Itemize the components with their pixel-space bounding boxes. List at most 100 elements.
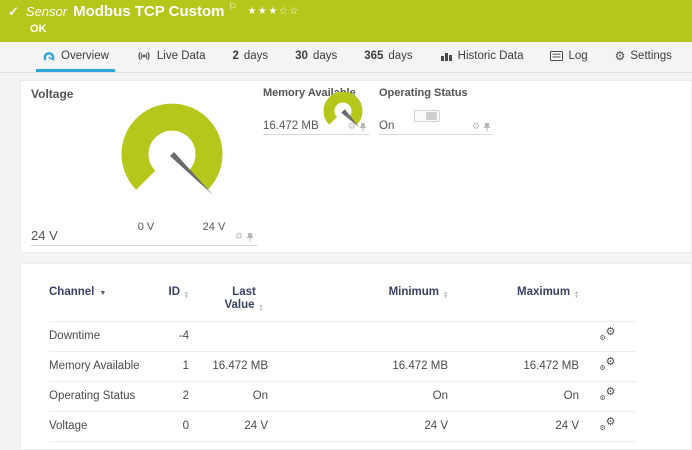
- channel-id: 2: [159, 382, 189, 412]
- column-header-channel[interactable]: Channel ▼: [49, 286, 159, 322]
- sort-desc-icon: ▼: [99, 290, 106, 297]
- sensor-header: ✓ Sensor Modbus TCP Custom ⚐ ★★★☆☆ OK: [0, 0, 692, 42]
- gauge-icon: [42, 50, 56, 62]
- tab-30-days[interactable]: 30 days: [289, 42, 343, 72]
- tab-label: days: [388, 50, 412, 62]
- tab-label-num: 30: [295, 50, 308, 62]
- gauge-value: On: [379, 120, 394, 132]
- channel-last-value: On: [189, 382, 268, 412]
- tab-label-num: 2: [232, 50, 238, 62]
- tab-label: Historic Data: [458, 50, 524, 62]
- page-title: Modbus TCP Custom: [73, 3, 224, 20]
- channel-last-value: 16.472 MB: [189, 352, 268, 382]
- channel-settings-icon[interactable]: ⚙⚙: [600, 418, 616, 431]
- tab-label: days: [313, 50, 337, 62]
- gauge-title: Operating Status: [379, 87, 493, 99]
- channel-id: -4: [159, 322, 189, 352]
- memory-gauge-tile[interactable]: Memory Available 16.472 MB ⚙: [263, 87, 369, 137]
- pin-icon[interactable]: [483, 122, 491, 132]
- channel-settings-icon[interactable]: ⚙⚙: [600, 358, 616, 371]
- channels-panel: Channel▼ ID▲▼ Last Value▲▼ Minimum▲▼ Max…: [20, 263, 692, 450]
- star-rating[interactable]: ★★★☆☆: [247, 6, 299, 17]
- channel-last-value: [189, 322, 268, 352]
- sensor-type-label: Sensor: [26, 4, 67, 19]
- gauge-title: Voltage: [31, 87, 258, 101]
- tab-2-days[interactable]: 2 days: [226, 42, 274, 72]
- gauge-value: 24 V: [31, 228, 58, 243]
- column-header-minimum[interactable]: Minimum ▲▼: [268, 286, 448, 322]
- channel-minimum: On: [268, 382, 448, 412]
- tab-365-days[interactable]: 365 days: [358, 42, 418, 72]
- gear-icon[interactable]: ⚙: [348, 123, 356, 132]
- channel-maximum: [448, 322, 579, 352]
- voltage-gauge-tile[interactable]: Voltage 0 V 24 V 24 V ⚙: [31, 87, 258, 249]
- channel-settings-icon[interactable]: ⚙⚙: [600, 328, 616, 341]
- tile-divider: [263, 134, 369, 135]
- toggle-knob: [426, 112, 437, 120]
- channel-minimum: [268, 322, 448, 352]
- channel-maximum: 16.472 MB: [448, 352, 579, 382]
- tab-label: Settings: [630, 50, 672, 62]
- tab-overview[interactable]: Overview: [36, 42, 115, 72]
- column-header-last-value[interactable]: Last Value ▲▼: [189, 286, 268, 322]
- column-header-id[interactable]: ID▲▼: [159, 286, 189, 322]
- channel-maximum: On: [448, 382, 579, 412]
- status-check-icon: ✓: [8, 4, 19, 20]
- log-list-icon: [550, 51, 563, 61]
- channel-id: 0: [159, 412, 189, 442]
- tab-settings[interactable]: ⚙ Settings: [609, 42, 678, 72]
- tile-divider: [379, 134, 493, 135]
- channel-name: Operating Status: [49, 382, 159, 412]
- gear-icon: ⚙: [615, 50, 626, 62]
- channel-minimum: 24 V: [268, 412, 448, 442]
- table-row-memory-available[interactable]: Memory Available 1 16.472 MB 16.472 MB 1…: [49, 352, 636, 382]
- status-toggle: [414, 110, 440, 122]
- column-label: Maximum: [517, 286, 570, 298]
- column-header-actions: [579, 286, 636, 322]
- channel-id: 1: [159, 352, 189, 382]
- channel-maximum: 24 V: [448, 412, 579, 442]
- tab-historic-data[interactable]: Historic Data: [434, 42, 530, 72]
- gauge-scale-max: 24 V: [196, 221, 232, 233]
- column-label: Channel: [49, 286, 94, 298]
- voltage-gauge: [119, 103, 225, 203]
- gear-icon[interactable]: ⚙: [472, 123, 480, 132]
- bar-chart-icon: [440, 51, 453, 61]
- channel-name: Memory Available: [49, 352, 159, 382]
- sort-icon: ▲▼: [184, 291, 189, 299]
- channel-name: Downtime: [49, 322, 159, 352]
- channel-minimum: 16.472 MB: [268, 352, 448, 382]
- gauges-panel: Voltage 0 V 24 V 24 V ⚙ Memory Available…: [20, 80, 692, 253]
- tab-live-data[interactable]: Live Data: [130, 42, 212, 72]
- status-badge: OK: [30, 23, 47, 35]
- channel-name: Voltage: [49, 412, 159, 442]
- sort-icon: ▲▼: [574, 291, 579, 299]
- tab-label: Live Data: [157, 50, 206, 62]
- sensor-header-line: ✓ Sensor Modbus TCP Custom ⚐ ★★★☆☆: [8, 3, 300, 20]
- pin-icon[interactable]: [246, 232, 254, 242]
- column-header-maximum[interactable]: Maximum ▲▼: [448, 286, 579, 322]
- tab-label: Overview: [61, 50, 109, 62]
- tab-label: days: [244, 50, 268, 62]
- channels-table: Channel▼ ID▲▼ Last Value▲▼ Minimum▲▼ Max…: [49, 286, 636, 442]
- column-label: Last Value: [224, 286, 255, 311]
- gear-icon[interactable]: ⚙: [235, 233, 243, 242]
- priority-flag-icon[interactable]: ⚐: [229, 2, 238, 13]
- table-row-downtime[interactable]: Downtime -4 ⚙⚙: [49, 322, 636, 352]
- tab-label: Log: [568, 50, 587, 62]
- table-row-operating-status[interactable]: Operating Status 2 On On On ⚙⚙: [49, 382, 636, 412]
- channel-last-value: 24 V: [189, 412, 268, 442]
- table-row-voltage[interactable]: Voltage 0 24 V 24 V 24 V ⚙⚙: [49, 412, 636, 442]
- tile-divider: [31, 245, 258, 246]
- sort-icon: ▲▼: [259, 304, 264, 312]
- column-label: Minimum: [389, 286, 439, 298]
- column-label: ID: [169, 286, 181, 298]
- gauge-value: 16.472 MB: [263, 120, 319, 132]
- sort-icon: ▲▼: [443, 291, 448, 299]
- gauge-scale-min: 0 V: [131, 221, 161, 233]
- tab-log[interactable]: Log: [544, 42, 593, 72]
- pin-icon[interactable]: [359, 122, 367, 132]
- operating-status-tile[interactable]: Operating Status On ⚙: [379, 87, 493, 137]
- channel-settings-icon[interactable]: ⚙⚙: [600, 388, 616, 401]
- tab-label-num: 365: [364, 50, 383, 62]
